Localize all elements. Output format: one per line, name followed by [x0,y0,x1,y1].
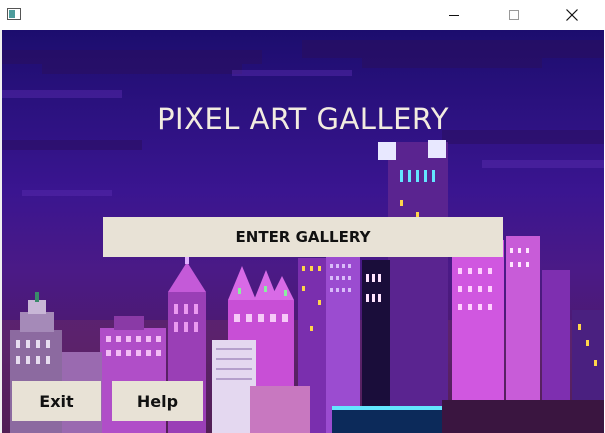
window-title-bar [0,0,605,30]
maximize-icon [509,10,519,20]
help-button[interactable]: Help [112,381,203,421]
close-button[interactable] [549,0,595,30]
maximize-button[interactable] [491,0,537,30]
app-icon [7,8,21,20]
minimize-icon [449,14,459,16]
minimize-button[interactable] [431,0,477,30]
exit-button[interactable]: Exit [12,381,101,421]
page-title: PIXEL ART GALLERY [157,102,449,136]
enter-gallery-button[interactable]: ENTER GALLERY [103,217,503,257]
city-background: PIXEL ART GALLERY ENTER GALLERY Exit Hel… [2,30,604,433]
close-icon [566,9,578,21]
